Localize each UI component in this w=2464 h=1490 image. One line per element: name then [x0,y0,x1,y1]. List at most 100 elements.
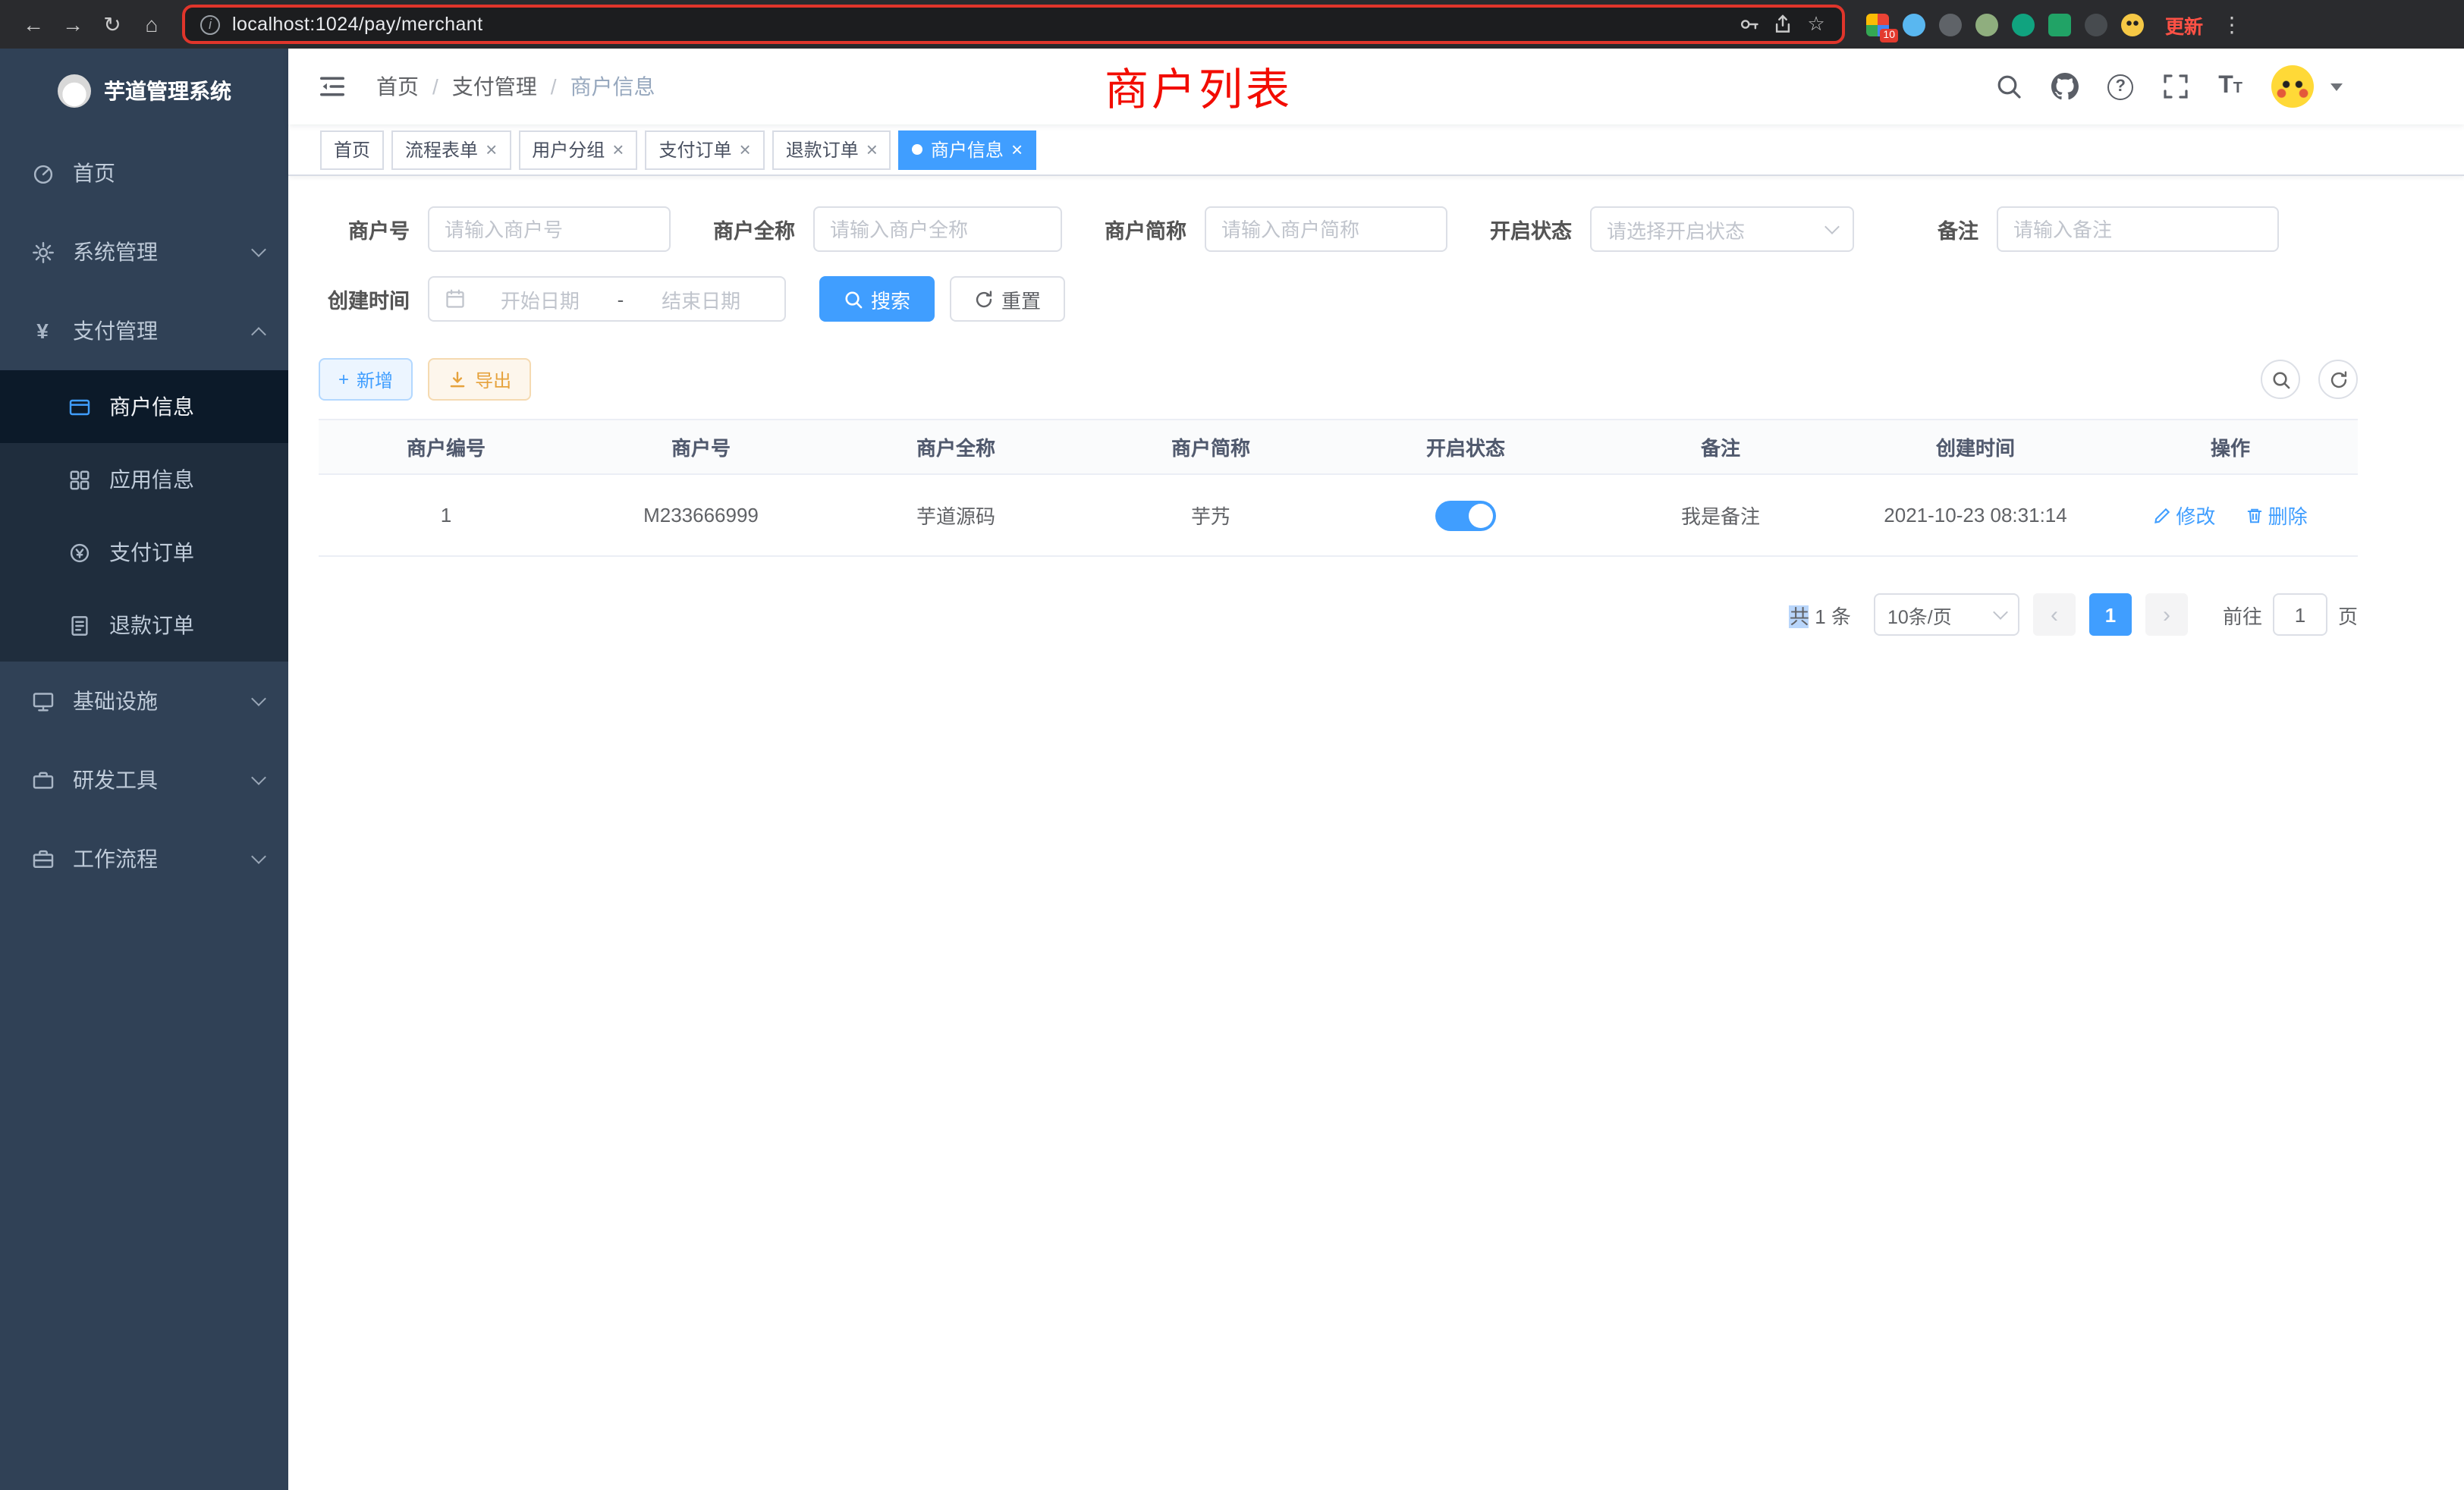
profile-avatar-icon[interactable] [1975,13,1998,36]
breadcrumb-current: 商户信息 [570,71,655,102]
logo-title: 芋道管理系统 [104,76,231,106]
breadcrumb-item[interactable]: 首页 [376,71,419,102]
tab-user-group[interactable]: 用户分组 × [518,130,637,169]
emoji-avatar-icon[interactable] [2121,13,2144,36]
tab-close-icon[interactable]: × [740,140,751,159]
total-prefix: 共 [1790,605,1809,627]
site-info-icon[interactable]: i [200,14,220,34]
tab-close-icon[interactable]: × [486,140,497,159]
column-header: 商户全称 [828,420,1083,474]
full-name-input[interactable] [813,206,1062,252]
reset-button[interactable]: 重置 [950,276,1065,322]
extension-icon[interactable]: 10 [1866,13,1889,36]
sidebar-item-infra[interactable]: 基础设施 [0,662,288,740]
field-label: 商户号 [319,214,410,244]
delete-link[interactable]: 删除 [2246,501,2308,530]
cell-create-time: 2021-10-23 08:31:14 [1848,474,2103,556]
search-button[interactable]: 搜索 [819,276,935,322]
page-size-select[interactable]: 10条/页 [1874,593,2019,636]
trash-icon [2246,506,2264,524]
avatar-caret-icon[interactable] [2330,83,2343,90]
sidebar-item-refund-order[interactable]: 退款订单 [0,589,288,662]
user-avatar[interactable] [2271,65,2314,108]
table-row: 1 M233666999 芋道源码 芋艿 我是备注 2021-10-23 08:… [319,474,2358,556]
browser-menu-icon[interactable]: ⋮ [2221,11,2242,37]
forward-icon[interactable]: → [55,6,91,42]
sidebar-item-system[interactable]: 系统管理 [0,212,288,291]
pay-order-icon [67,540,91,564]
tab-process-form[interactable]: 流程表单 × [391,130,511,169]
page-number-button[interactable]: 1 [2089,593,2132,636]
browser-update-button[interactable]: 更新 [2165,10,2203,39]
github-icon[interactable] [2051,73,2079,100]
add-button[interactable]: + 新增 [319,358,413,401]
extension-icon[interactable] [1939,13,1962,36]
total-suffix: 条 [1831,605,1851,627]
extension-icon[interactable] [2085,13,2107,36]
status-toggle[interactable] [1435,500,1496,530]
bookmark-star-icon[interactable]: ☆ [1806,14,1827,35]
extension-icon[interactable] [2012,13,2035,36]
show-search-toggle-icon[interactable] [2261,360,2300,399]
column-header: 开启状态 [1338,420,1593,474]
refund-doc-icon [67,613,91,637]
font-size-icon[interactable]: TT [2218,74,2242,99]
sidebar-item-workflow[interactable]: 工作流程 [0,819,288,898]
tab-home[interactable]: 首页 [320,130,384,169]
sidebar-item-home[interactable]: 首页 [0,134,288,212]
next-page-icon[interactable]: › [2145,593,2188,636]
header-search-icon[interactable] [1995,73,2022,100]
merchant-no-input[interactable] [428,206,671,252]
sidebar-fold-icon[interactable] [310,64,355,109]
field-label: 备注 [1887,214,1978,244]
tab-close-icon[interactable]: × [612,140,624,159]
breadcrumb: 首页 / 支付管理 / 商户信息 [376,71,655,102]
fullscreen-icon[interactable] [2162,73,2189,100]
breadcrumb-item[interactable]: 支付管理 [452,71,537,102]
delete-link-label: 删除 [2268,501,2308,530]
status-select[interactable]: 请选择开启状态 [1590,206,1854,252]
extension-icon[interactable] [1903,13,1925,36]
tab-close-icon[interactable]: × [866,140,878,159]
url-text: localhost:1024/pay/merchant [232,14,482,35]
sidebar-item-devtools[interactable]: 研发工具 [0,740,288,819]
column-header: 商户编号 [319,420,574,474]
plus-icon: + [338,369,349,390]
extension-icon[interactable] [2048,13,2071,36]
logo[interactable]: 芋道管理系统 [0,49,288,134]
tab-pay-order[interactable]: 支付订单 × [645,130,764,169]
edit-link[interactable]: 修改 [2153,501,2215,530]
tab-refund-order[interactable]: 退款订单 × [772,130,891,169]
home-icon[interactable]: ⌂ [134,6,170,42]
goto-page-input[interactable] [2273,593,2327,636]
sidebar-item-merchant-info[interactable]: 商户信息 [0,370,288,443]
prev-page-icon[interactable]: ‹ [2033,593,2076,636]
export-button[interactable]: 导出 [428,358,531,401]
remark-input[interactable] [1997,206,2279,252]
sidebar-item-payment[interactable]: ¥ 支付管理 [0,291,288,370]
merchant-table: 商户编号 商户号 商户全称 商户简称 开启状态 备注 创建时间 操作 1 [319,419,2358,557]
sidebar-item-label: 基础设施 [73,686,158,716]
payment-submenu: 商户信息 应用信息 支付订单 [0,370,288,662]
tab-close-icon[interactable]: × [1011,140,1023,159]
back-icon[interactable]: ← [15,6,52,42]
select-placeholder: 请选择开启状态 [1607,215,1745,244]
sidebar-item-label: 商户信息 [109,391,194,422]
column-header: 创建时间 [1848,420,2103,474]
key-icon[interactable] [1739,14,1760,35]
short-name-input[interactable] [1205,206,1447,252]
infra-monitor-icon [30,689,55,713]
share-icon[interactable] [1772,14,1793,35]
tab-merchant-info[interactable]: 商户信息 × [899,130,1036,169]
sidebar-item-pay-order[interactable]: 支付订单 [0,516,288,589]
help-icon[interactable]: ? [2107,74,2133,99]
sidebar-item-app-info[interactable]: 应用信息 [0,443,288,516]
refresh-table-icon[interactable] [2318,360,2358,399]
address-bar[interactable]: i localhost:1024/pay/merchant ☆ [182,5,1845,44]
dashboard-icon [30,161,55,185]
chevron-down-icon [251,770,266,785]
sidebar-item-label: 首页 [73,158,115,188]
date-range-picker[interactable]: 开始日期 - 结束日期 [428,276,786,322]
breadcrumb-separator: / [551,74,557,99]
reload-icon[interactable]: ↻ [94,6,130,42]
